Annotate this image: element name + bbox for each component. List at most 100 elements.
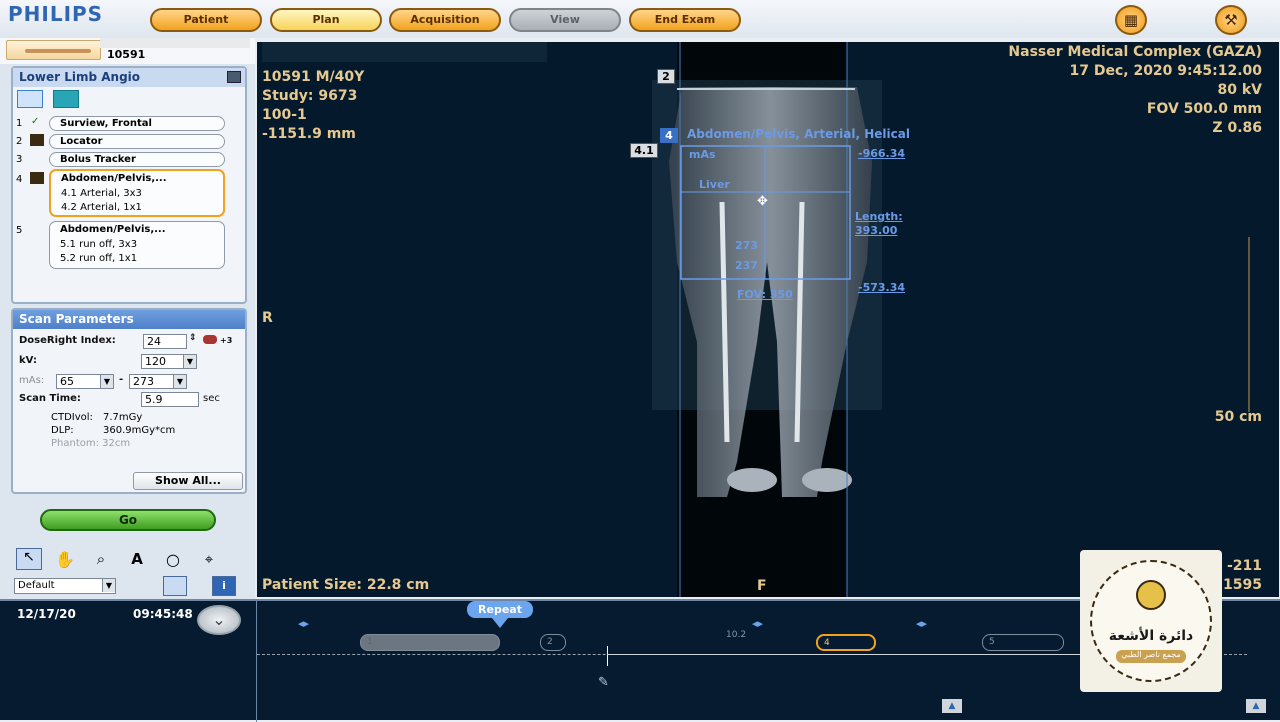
chevron-down-icon[interactable]: ▼	[102, 579, 115, 592]
top-toolbar: PHILIPS Patient Plan Acquisition View En…	[0, 0, 1280, 38]
scan-start-z[interactable]: -966.34	[858, 147, 905, 160]
measure-icon[interactable]: ⌖	[196, 550, 222, 568]
scan-block-4[interactable]: 4	[816, 634, 876, 651]
kv-readout: 80 kV	[1217, 82, 1262, 98]
check-icon: ✓	[31, 116, 40, 127]
nav-end-exam-button[interactable]: End Exam	[629, 8, 741, 32]
sub-step[interactable]: 4.1 Arterial, 3x3	[61, 188, 142, 199]
liver-label: Liver	[699, 178, 730, 191]
mas-max-select[interactable]: 273 ▼	[129, 374, 187, 389]
scan-time-unit: sec	[203, 393, 220, 404]
mas-plot-label: mAs	[689, 148, 716, 161]
mas-min-select[interactable]: 65 ▼	[56, 374, 114, 389]
step-number: 1	[16, 118, 23, 129]
monitor-icon[interactable]	[227, 71, 241, 83]
show-all-button[interactable]: Show All...	[133, 472, 243, 490]
watermark-subtext: مجمع ناصر الطبي	[1116, 650, 1186, 663]
scroll-up-icon[interactable]: ▲	[1246, 699, 1266, 713]
pointer-icon[interactable]: ↖	[16, 548, 42, 570]
chevron-down-icon[interactable]: ▼	[183, 355, 196, 368]
redacted-area	[100, 38, 250, 48]
scan-end-z[interactable]: -573.34	[858, 281, 905, 294]
sub-step[interactable]: 4.2 Arterial, 1x1	[61, 202, 142, 213]
scroll-up-icon[interactable]: ▲	[942, 699, 962, 713]
info-icon[interactable]: i	[212, 576, 236, 596]
annotation-text-icon[interactable]: A	[124, 550, 150, 568]
repeat-pointer-icon	[492, 618, 508, 628]
scan-time-input[interactable]: 5.9	[141, 392, 199, 407]
protocol-title: Lower Limb Angio	[13, 68, 245, 87]
study-number: Study: 9673	[262, 88, 358, 104]
layers-icon[interactable]	[53, 90, 79, 108]
step-number: 5	[16, 225, 23, 236]
copy-icon[interactable]	[163, 576, 187, 596]
scan-block-2[interactable]: 2	[540, 634, 566, 651]
step-bolus-tracker[interactable]: Bolus Tracker	[49, 152, 225, 167]
nav-view-button[interactable]: View	[509, 8, 621, 32]
protocol-panel: Lower Limb Angio 1 ✓ Surview, Frontal 2 …	[11, 66, 247, 304]
length-value: 393.00	[855, 224, 898, 237]
patient-bar: 10591	[0, 38, 255, 64]
scan-icon	[30, 172, 44, 184]
injector-icon: ✎	[598, 675, 609, 690]
step-locator[interactable]: Locator	[49, 134, 225, 149]
grid-icon[interactable]	[17, 90, 43, 108]
wrench-icon[interactable]: ⚒	[1215, 5, 1247, 35]
nav-patient-button[interactable]: Patient	[150, 8, 262, 32]
surview-viewport[interactable]: 10591 M/40Y Study: 9673 100-1 -1151.9 mm…	[257, 42, 1279, 597]
plan-value-1: 273	[735, 239, 758, 252]
stop-icon[interactable]: ⌄	[197, 605, 241, 635]
layout-select[interactable]: Default ▼	[14, 578, 116, 594]
liver-icon	[203, 335, 217, 344]
kv-select[interactable]: 120 ▼	[141, 354, 197, 369]
scan-icon	[30, 134, 44, 146]
scan-length[interactable]: Length: 393.00	[855, 210, 903, 238]
patient-size: Patient Size: 22.8 cm	[262, 577, 430, 593]
mas-label: mAs:	[19, 375, 45, 386]
step-surview[interactable]: Surview, Frontal	[49, 116, 225, 131]
locator-marker[interactable]: 2	[657, 69, 675, 84]
kv-value: 120	[145, 355, 166, 368]
sub-step[interactable]: 5.1 run off, 3x3	[60, 239, 137, 250]
mas-dash: -	[119, 374, 124, 385]
ellipse-icon[interactable]: ○	[160, 550, 186, 569]
step-number: 3	[16, 154, 23, 165]
repeat-button[interactable]: Repeat	[467, 601, 533, 618]
sub-step[interactable]: 5.2 run off, 1x1	[60, 253, 137, 264]
breath-icon: ◂▸	[752, 617, 764, 630]
mas-max-value: 273	[133, 375, 154, 388]
protocol-title-text: Lower Limb Angio	[19, 70, 141, 84]
step-label: Abdomen/Pelvis,...	[61, 173, 167, 184]
left-panel: Lower Limb Angio 1 ✓ Surview, Frontal 2 …	[0, 64, 255, 600]
go-button[interactable]: Go	[40, 509, 216, 531]
patient-position-icon[interactable]	[6, 40, 101, 60]
stepper-icon[interactable]: ⇕	[189, 333, 197, 343]
dlp-value: 360.9mGy*cm	[103, 425, 176, 436]
fov-link[interactable]: FOV: 350	[737, 288, 793, 301]
scan-parameters-panel: Scan Parameters DoseRight Index: 24 ⇕ +3…	[11, 308, 247, 494]
nav-plan-button[interactable]: Plan	[270, 8, 382, 32]
scan-block-1[interactable]: 1	[360, 634, 500, 651]
chevron-down-icon[interactable]: ▼	[173, 375, 186, 388]
timeline-panel: 12/17/20 09:45:48 ⌄ Repeat 1 2 4 5 10.2 …	[0, 550, 1280, 722]
dlp-label: DLP:	[51, 425, 74, 436]
patient-id-age: 10591 M/40Y	[262, 69, 365, 85]
series-marker[interactable]: 4	[660, 128, 678, 143]
subseries-marker[interactable]: 4.1	[630, 143, 658, 158]
step-abdomen-pelvis-5[interactable]: Abdomen/Pelvis,... 5.1 run off, 3x3 5.2 …	[49, 221, 225, 269]
current-date: 12/17/20	[17, 607, 76, 621]
timeline-cursor	[607, 646, 608, 666]
philips-logo: PHILIPS	[8, 2, 104, 26]
scale-label: 50 cm	[1214, 409, 1262, 425]
scan-block-5[interactable]: 5	[982, 634, 1064, 651]
chevron-down-icon[interactable]: ▼	[100, 375, 113, 388]
nav-acquisition-button[interactable]: Acquisition	[389, 8, 501, 32]
film-icon[interactable]: ▦	[1115, 5, 1147, 35]
dose-input[interactable]: 24	[143, 334, 187, 349]
table-position: -1151.9 mm	[262, 126, 356, 142]
current-time: 09:45:48	[133, 607, 193, 621]
step-abdomen-pelvis-4[interactable]: Abdomen/Pelvis,... 4.1 Arterial, 3x3 4.2…	[49, 169, 225, 217]
zoom-icon[interactable]: ⌕	[88, 550, 114, 568]
hand-icon[interactable]: ✋	[52, 550, 78, 569]
window-width: 1595	[1223, 577, 1262, 593]
